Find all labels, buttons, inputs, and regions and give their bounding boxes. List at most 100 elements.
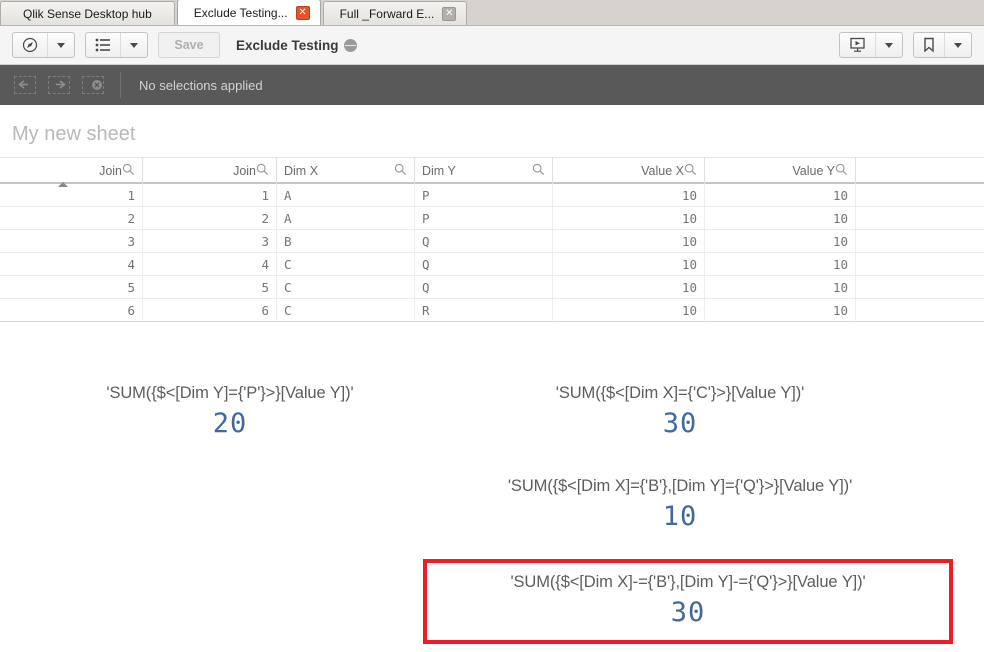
column-header-join-1[interactable]: Join <box>0 158 143 187</box>
column-header-label: Dim X <box>284 164 319 178</box>
sheet-title: My new sheet <box>12 123 136 145</box>
cell-dim-x[interactable]: C <box>277 276 415 299</box>
selection-status-text: No selections applied <box>139 77 263 93</box>
selection-bar: No selections applied <box>0 65 984 105</box>
cell-join-1[interactable]: 1 <box>0 184 143 207</box>
list-icon[interactable] <box>86 33 120 57</box>
cell-value-y[interactable]: 10 <box>705 299 856 322</box>
cell-value-x[interactable]: 10 <box>553 207 705 230</box>
table-row[interactable]: 1 1 A P 10 10 <box>0 184 984 207</box>
cell-value-y[interactable]: 10 <box>705 184 856 207</box>
cell-join-1[interactable]: 4 <box>0 253 143 276</box>
cell-join-2[interactable]: 4 <box>143 253 277 276</box>
bookmark-icon[interactable] <box>914 33 944 57</box>
cell-value-x[interactable]: 10 <box>553 276 705 299</box>
table-row[interactable]: 5 5 C Q 10 10 <box>0 276 984 299</box>
cell-dim-x[interactable]: B <box>277 230 415 253</box>
cell-value-y[interactable]: 10 <box>705 207 856 230</box>
globe-icon <box>343 38 357 52</box>
kpi-expression: 'SUM({$<[Dim X]={'B'},[Dim Y]={'Q'}>}[Va… <box>507 477 853 495</box>
cell-dim-x[interactable]: C <box>277 253 415 276</box>
cell-empty <box>856 184 984 207</box>
column-header-value-x[interactable]: Value X <box>553 158 705 184</box>
column-header-dim-x[interactable]: Dim X <box>277 158 415 184</box>
cell-value-x[interactable]: 10 <box>553 184 705 207</box>
bookmark-button[interactable] <box>913 32 972 58</box>
kpi-value: 30 <box>662 408 698 439</box>
cell-empty <box>856 207 984 230</box>
table-row[interactable]: 6 6 C R 10 10 <box>0 299 984 322</box>
column-header-dim-y[interactable]: Dim Y <box>415 158 553 184</box>
cell-value-y[interactable]: 10 <box>705 230 856 253</box>
cell-value-x[interactable]: 10 <box>553 299 705 322</box>
cell-empty <box>856 276 984 299</box>
cell-join-2[interactable]: 6 <box>143 299 277 322</box>
cell-join-1[interactable]: 2 <box>0 207 143 230</box>
cell-value-x[interactable]: 10 <box>553 230 705 253</box>
chevron-down-icon[interactable] <box>120 33 147 57</box>
cell-dim-y[interactable]: P <box>415 207 553 230</box>
browser-tab-strip: Qlik Sense Desktop hub Exclude Testing..… <box>0 0 984 26</box>
cell-dim-y[interactable]: Q <box>415 253 553 276</box>
search-icon[interactable] <box>684 163 697 179</box>
cell-dim-y[interactable]: Q <box>415 230 553 253</box>
cell-join-1[interactable]: 5 <box>0 276 143 299</box>
table-row[interactable]: 2 2 A P 10 10 <box>0 207 984 230</box>
cell-join-1[interactable]: 3 <box>0 230 143 253</box>
search-icon[interactable] <box>394 163 407 179</box>
kpi-exclude-dim-x-b-dim-y-q[interactable]: 'SUM({$<[Dim X]-={'B'},[Dim Y]-={'Q'}>}[… <box>423 559 953 644</box>
tab-label: Qlik Sense Desktop hub <box>23 6 152 21</box>
table-row[interactable]: 4 4 C Q 10 10 <box>0 253 984 276</box>
column-header-value-y[interactable]: Value Y <box>705 158 856 184</box>
cell-join-2[interactable]: 2 <box>143 207 277 230</box>
cell-join-2[interactable]: 5 <box>143 276 277 299</box>
clear-selections-icon[interactable] <box>82 76 104 94</box>
tab-label: Exclude Testing... <box>193 5 288 20</box>
cell-dim-y[interactable]: Q <box>415 276 553 299</box>
tab-exclude-testing[interactable]: Exclude Testing... ✕ <box>176 0 321 25</box>
kpi-value: 30 <box>670 597 706 628</box>
chevron-down-icon[interactable] <box>875 33 902 57</box>
column-header-label: Dim Y <box>422 164 456 178</box>
close-icon[interactable]: ✕ <box>442 6 457 21</box>
presentation-button[interactable] <box>839 32 903 58</box>
chevron-down-icon[interactable] <box>47 33 74 57</box>
cell-dim-y[interactable]: R <box>415 299 553 322</box>
kpi-dim-x-b-dim-y-q[interactable]: 'SUM({$<[Dim X]={'B'},[Dim Y]={'Q'}>}[Va… <box>440 477 920 532</box>
column-header-join-2[interactable]: Join <box>143 158 277 184</box>
cell-empty <box>856 230 984 253</box>
chevron-down-icon[interactable] <box>944 33 971 57</box>
cell-join-1[interactable]: 6 <box>0 299 143 322</box>
compass-icon[interactable] <box>13 33 47 57</box>
kpi-value: 20 <box>212 408 248 439</box>
app-title-label: Exclude Testing <box>236 37 339 53</box>
cell-dim-x[interactable]: A <box>277 184 415 207</box>
cell-dim-x[interactable]: A <box>277 207 415 230</box>
search-icon[interactable] <box>256 163 269 179</box>
table-header-row: Join Join Dim X Dim Y Value X Value Y <box>0 158 984 187</box>
kpi-dim-x-c[interactable]: 'SUM({$<[Dim X]={'C'}>}[Value Y])' 30 <box>510 384 850 439</box>
cell-join-2[interactable]: 1 <box>143 184 277 207</box>
search-icon[interactable] <box>835 163 848 179</box>
selection-history-controls <box>14 76 120 94</box>
selection-back-icon[interactable] <box>14 76 36 94</box>
table-row[interactable]: 3 3 B Q 10 10 <box>0 230 984 253</box>
navigation-menu-button[interactable] <box>12 32 75 58</box>
close-icon[interactable]: ✕ <box>295 5 310 20</box>
presentation-icon[interactable] <box>840 33 875 57</box>
tab-full-forward-e[interactable]: Full _Forward E... ✕ <box>322 1 468 25</box>
cell-value-y[interactable]: 10 <box>705 253 856 276</box>
selection-forward-icon[interactable] <box>48 76 70 94</box>
cell-join-2[interactable]: 3 <box>143 230 277 253</box>
cell-value-x[interactable]: 10 <box>553 253 705 276</box>
search-icon[interactable] <box>532 163 545 179</box>
tab-qlik-sense-desktop-hub[interactable]: Qlik Sense Desktop hub <box>0 1 175 25</box>
save-button[interactable]: Save <box>158 32 220 58</box>
cell-dim-y[interactable]: P <box>415 184 553 207</box>
cell-dim-x[interactable]: C <box>277 299 415 322</box>
cell-value-y[interactable]: 10 <box>705 276 856 299</box>
kpi-dim-y-p[interactable]: 'SUM({$<[Dim Y]={'P'}>}[Value Y])' 20 <box>60 384 400 439</box>
search-icon[interactable] <box>122 163 135 179</box>
sheet-list-button[interactable] <box>85 32 148 58</box>
column-header-label: Join <box>99 164 122 178</box>
